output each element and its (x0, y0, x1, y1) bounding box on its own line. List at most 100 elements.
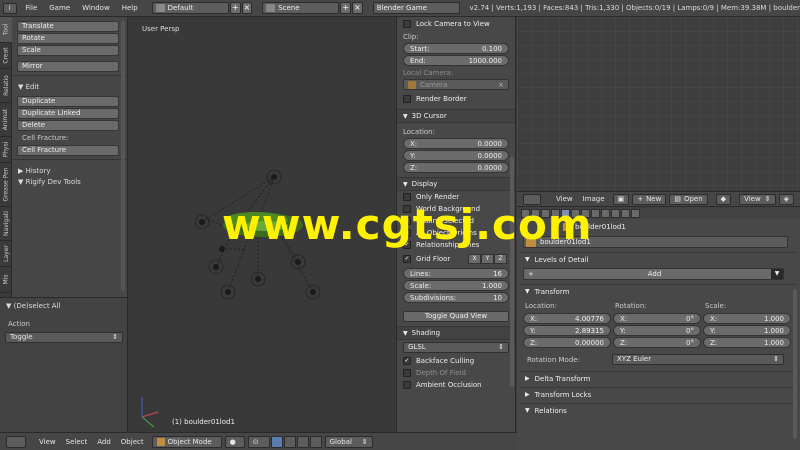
backface-culling-row[interactable]: Backface Culling (397, 355, 515, 367)
3d-cursor-header[interactable]: ▼ 3D Cursor (397, 109, 515, 123)
tab-navigation[interactable]: Navigati (0, 207, 12, 241)
menu-add[interactable]: Add (92, 438, 116, 446)
cursor-z-field[interactable]: Z: 0.0000 (403, 162, 509, 173)
lock-camera-checkbox[interactable] (403, 20, 411, 28)
rotation-mode-select[interactable]: XYZ Euler ⇕ (612, 354, 784, 365)
tab-physics[interactable]: Physi (0, 137, 12, 163)
sidebar-scrollbar[interactable] (510, 157, 514, 387)
scene-icon[interactable] (541, 208, 550, 218)
remove-scene-button[interactable]: × (352, 2, 363, 14)
shading-header[interactable]: ▼ Shading (397, 326, 515, 340)
rotate-button[interactable]: Rotate (17, 33, 119, 44)
history-section-header[interactable]: ▶ History (12, 163, 127, 177)
add-layout-button[interactable]: + (229, 2, 241, 14)
only-render-checkbox[interactable] (403, 193, 411, 201)
cursor-x-field[interactable]: X: 0.0000 (403, 138, 509, 149)
image-browse-button[interactable]: ▣ (612, 193, 630, 205)
tab-create[interactable]: Creat (0, 43, 12, 69)
add-scene-button[interactable]: + (340, 2, 352, 14)
menu-window[interactable]: Window (76, 4, 116, 12)
tool-panel-scrollbar[interactable] (121, 21, 125, 291)
properties-scrollbar[interactable] (793, 289, 797, 439)
open-image-button[interactable]: ▤ Open (669, 193, 708, 205)
rotation-y-field[interactable]: Y: 0° (613, 325, 701, 336)
render-border-checkbox[interactable] (403, 95, 411, 103)
cell-fracture-button[interactable]: Cell Fracture (17, 145, 119, 156)
clear-icon[interactable]: × (498, 81, 504, 89)
remove-layout-button[interactable]: × (241, 2, 253, 14)
axis-z-toggle[interactable]: Z (494, 254, 507, 264)
world-icon[interactable] (551, 208, 560, 218)
rotation-z-field[interactable]: Z: 0° (613, 337, 701, 348)
axis-y-toggle[interactable]: Y (481, 254, 494, 264)
translate-button[interactable]: Translate (17, 21, 119, 32)
menu-game[interactable]: Game (43, 4, 76, 12)
menu-image[interactable]: Image (578, 195, 610, 203)
physics-icon[interactable] (631, 208, 640, 218)
tab-animation[interactable]: Animat (0, 103, 12, 137)
editor-type-icon[interactable]: i (3, 2, 17, 14)
rotation-x-field[interactable]: X: 0° (613, 313, 701, 324)
editor-type-icon[interactable] (6, 435, 26, 448)
shading-select[interactable]: ● (224, 435, 245, 448)
data-icon[interactable] (591, 208, 600, 218)
scale-button[interactable]: Scale (17, 45, 119, 56)
tab-layer[interactable]: Layer (0, 241, 12, 267)
tab-misc[interactable]: Mis (0, 267, 12, 293)
render-border-row[interactable]: Render Border (397, 93, 515, 105)
clip-start-field[interactable]: Start: 0.100 (403, 43, 509, 54)
location-z-field[interactable]: Z: 0.00000 (523, 337, 611, 348)
render-icon[interactable] (521, 208, 530, 218)
local-camera-field[interactable]: Camera × (403, 79, 509, 90)
duplicate-linked-button[interactable]: Duplicate Linked (17, 108, 119, 119)
object-icon[interactable] (561, 208, 570, 218)
ambient-occlusion-row[interactable]: Ambient Occlusion (397, 379, 515, 391)
texture-icon[interactable] (611, 208, 620, 218)
cursor-y-field[interactable]: Y: 0.0000 (403, 150, 509, 161)
delete-button[interactable]: Delete (17, 120, 119, 131)
axis-x-toggle[interactable]: X (468, 254, 481, 264)
grid-scale-field[interactable]: Scale: 1.000 (403, 280, 509, 291)
levels-of-detail-header[interactable]: ▼ Levels of Detail (521, 252, 796, 266)
layout-selector[interactable]: Default (151, 2, 229, 14)
relationship-lines-row[interactable]: Relationship Lines (397, 239, 515, 251)
tab-grease-pencil[interactable]: Grease Pen (0, 163, 12, 207)
view-mode-select[interactable]: View ⇕ (739, 193, 776, 205)
delta-transform-header[interactable]: ▶ Delta Transform (521, 371, 796, 385)
tab-relations[interactable]: Relatio (0, 69, 12, 103)
pin-button[interactable]: ◆ (715, 193, 732, 205)
translate-manipulator[interactable] (283, 435, 296, 448)
grid-subdivisions-field[interactable]: Subdivisions: 10 (403, 292, 509, 303)
clip-end-field[interactable]: End: 1000.000 (403, 55, 509, 66)
layers-icon[interactable] (531, 208, 540, 218)
uv-image-editor-canvas[interactable] (517, 17, 800, 192)
edit-section-header[interactable]: ▼ Edit (12, 79, 127, 93)
backface-culling-checkbox[interactable] (403, 357, 411, 365)
scale-x-field[interactable]: X: 1.000 (703, 313, 791, 324)
add-lod-button[interactable]: + Add ▼ (523, 268, 784, 280)
depth-of-field-row[interactable]: Depth Of Field (397, 367, 515, 379)
menu-view[interactable]: View (34, 438, 61, 446)
pivot-select[interactable]: ⊙ (247, 435, 270, 448)
material-icon[interactable] (601, 208, 610, 218)
rigify-section-header[interactable]: ▼ Rigify Dev Tools (12, 177, 127, 188)
modifiers-icon[interactable] (581, 208, 590, 218)
grid-lines-field[interactable]: Lines: 16 (403, 268, 509, 279)
only-render-row[interactable]: Only Render (397, 191, 515, 203)
constraints-icon[interactable] (571, 208, 580, 218)
world-background-checkbox[interactable] (403, 205, 411, 213)
menu-file[interactable]: File (20, 4, 44, 12)
lock-camera-row[interactable]: Lock Camera to View (397, 18, 515, 30)
location-x-field[interactable]: X: 4.00776 (523, 313, 611, 324)
menu-object[interactable]: Object (116, 438, 149, 446)
manipulator-toggle[interactable] (270, 435, 283, 448)
scale-z-field[interactable]: Z: 1.000 (703, 337, 791, 348)
sync-button[interactable]: ◈ (778, 193, 794, 205)
depth-of-field-checkbox[interactable] (403, 369, 411, 377)
all-origins-row[interactable]: All Object Origins (397, 227, 515, 239)
action-select[interactable]: Toggle ⇕ (5, 332, 123, 343)
chevron-down-icon[interactable]: ▼ (771, 269, 783, 279)
toggle-quad-view-button[interactable]: Toggle Quad View (403, 311, 509, 322)
outline-selected-row[interactable]: Outline Selected (397, 215, 515, 227)
menu-help[interactable]: Help (116, 4, 144, 12)
